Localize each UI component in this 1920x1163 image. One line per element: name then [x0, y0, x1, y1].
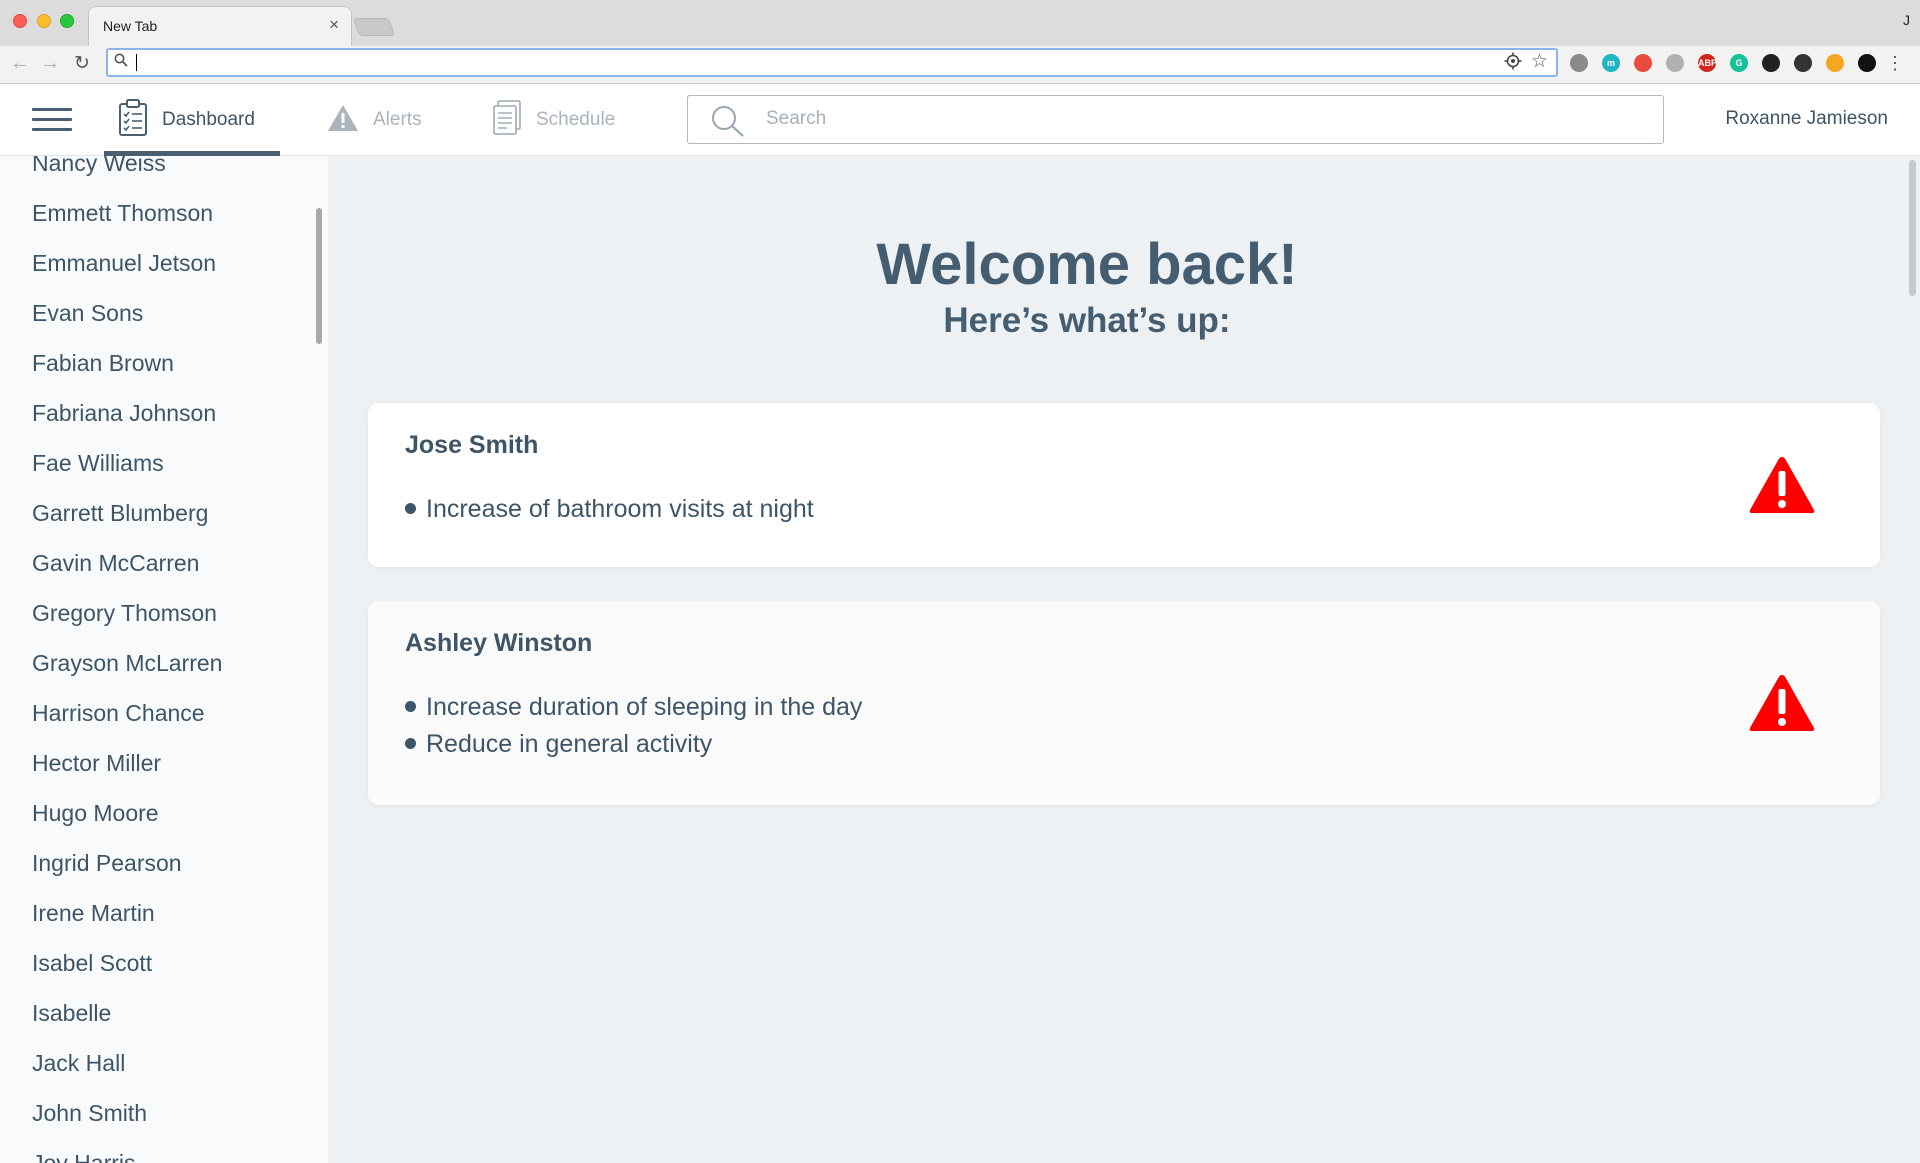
browser-menu-icon[interactable]: ⋮	[1886, 53, 1904, 74]
ext-grey-icon[interactable]	[1570, 54, 1588, 72]
tab-alerts-label: Alerts	[373, 109, 422, 130]
ext-bird-icon[interactable]	[1762, 54, 1780, 72]
alert-item: Increase duration of sleeping in the day	[405, 689, 862, 726]
ext-abp-icon[interactable]: ABP	[1698, 54, 1717, 72]
sidebar-item-patient[interactable]: Gregory Thomson	[0, 588, 316, 638]
hamburger-menu-icon[interactable]	[32, 108, 72, 132]
browser-tabstrip: New Tab × J	[0, 0, 1920, 46]
sidebar-item-patient[interactable]: Hector Miller	[0, 738, 316, 788]
sidebar-item-patient[interactable]: Hugo Moore	[0, 788, 316, 838]
sidebar-item-patient[interactable]: Ingrid Pearson	[0, 838, 316, 888]
main-scrollbar[interactable]	[1909, 160, 1916, 296]
alert-card[interactable]: Ashley Winston Increase duration of slee…	[368, 601, 1880, 805]
sidebar-item-patient[interactable]: Joy Harris	[0, 1138, 316, 1163]
search-icon	[114, 53, 128, 71]
search-bar[interactable]	[687, 95, 1664, 144]
profile-button[interactable]: J	[1903, 12, 1910, 28]
browser-toolbar: ← → ↻ ☆ m ABP G ⋮	[0, 46, 1920, 84]
back-arrow-icon[interactable]: ←	[10, 52, 30, 75]
ext-teal-icon[interactable]: m	[1602, 54, 1620, 72]
browser-tab-title: New Tab	[103, 18, 158, 34]
bullet-icon	[405, 737, 416, 749]
sidebar-item-patient[interactable]: Isabel Scott	[0, 938, 316, 988]
patient-list: Nancy Weiss Emmett Thomson Emmanuel Jetson…	[0, 156, 316, 1163]
forward-arrow-icon[interactable]: →	[40, 52, 60, 75]
alert-items: Increase of bathroom visits at night	[405, 491, 814, 528]
sidebar-item-patient[interactable]: Emmanuel Jetson	[0, 238, 316, 288]
sidebar-item-patient[interactable]: Irene Martin	[0, 888, 316, 938]
sidebar-item-patient[interactable]: John Smith	[0, 1088, 316, 1138]
sidebar-item-patient[interactable]: Evan Sons	[0, 288, 316, 338]
tab-alerts[interactable]: Alerts	[327, 84, 422, 156]
tab-schedule-label: Schedule	[536, 109, 616, 130]
sidebar-item-patient[interactable]: Isabelle	[0, 988, 316, 1038]
sidebar-item-patient[interactable]: Jack Hall	[0, 1038, 316, 1088]
sidebar-item-patient[interactable]: Fabian Brown	[0, 338, 316, 388]
bullet-icon	[405, 502, 416, 514]
sidebar-item-patient[interactable]: Harrison Chance	[0, 688, 316, 738]
ext-ring-icon[interactable]	[1858, 54, 1876, 72]
reload-icon[interactable]: ↻	[74, 52, 90, 75]
app-header: Dashboard Alerts Schedule Roxanne Jamies…	[0, 84, 1920, 156]
alert-patient-name: Jose Smith	[405, 431, 539, 459]
alert-item: Increase of bathroom visits at night	[405, 491, 814, 528]
warning-icon[interactable]	[1748, 673, 1816, 733]
alert-items: Increase duration of sleeping in the day…	[405, 689, 862, 763]
tab-dashboard-label: Dashboard	[162, 109, 255, 130]
window-minimize-button[interactable]	[37, 14, 51, 28]
window-close-button[interactable]	[13, 14, 27, 28]
bullet-icon	[405, 700, 416, 712]
sidebar-item-patient[interactable]: Gavin McCarren	[0, 538, 316, 588]
ext-grammarly-icon[interactable]: G	[1730, 54, 1748, 72]
ext-grey-2-icon[interactable]	[1666, 54, 1684, 72]
dashboard-main: Welcome back! Here’s what’s up: Jose Smi…	[328, 156, 1920, 1163]
close-tab-icon[interactable]: ×	[329, 15, 339, 35]
ext-rainbow-icon[interactable]	[1826, 54, 1844, 72]
ext-colorwheel-icon[interactable]	[1634, 54, 1652, 72]
document-icon	[492, 99, 522, 141]
ext-dark-icon[interactable]	[1794, 54, 1812, 72]
sidebar-item-patient[interactable]: Emmett Thomson	[0, 188, 316, 238]
user-name[interactable]: Roxanne Jamieson	[1725, 108, 1888, 130]
search-input[interactable]	[766, 108, 1626, 130]
new-tab-button[interactable]	[353, 18, 395, 36]
sidebar-item-patient[interactable]: Grayson McLarren	[0, 638, 316, 688]
sidebar-item-patient[interactable]: Fabriana Johnson	[0, 388, 316, 438]
sidebar-item-patient[interactable]: Garrett Blumberg	[0, 488, 316, 538]
bookmark-star-icon[interactable]: ☆	[1531, 50, 1548, 73]
alert-card[interactable]: Jose Smith Increase of bathroom visits a…	[368, 403, 1880, 567]
sidebar-item-patient[interactable]: Nancy Weiss	[0, 156, 316, 188]
search-icon	[710, 104, 746, 143]
address-bar[interactable]: ☆	[106, 48, 1558, 77]
alert-item-text: Increase of bathroom visits at night	[426, 495, 814, 523]
alert-item-text: Increase duration of sleeping in the day	[426, 693, 863, 721]
tab-schedule[interactable]: Schedule	[492, 84, 615, 156]
text-cursor	[136, 54, 137, 71]
window-zoom-button[interactable]	[60, 14, 74, 28]
alert-item-text: Reduce in general activity	[426, 730, 713, 758]
patient-sidebar[interactable]: Nancy Weiss Emmett Thomson Emmanuel Jetson…	[0, 156, 328, 1163]
clipboard-icon	[118, 98, 148, 142]
tab-dashboard[interactable]: Dashboard	[104, 84, 280, 156]
location-target-icon[interactable]	[1504, 52, 1522, 75]
alert-patient-name: Ashley Winston	[405, 629, 593, 657]
browser-tab[interactable]: New Tab ×	[88, 6, 352, 46]
welcome-heading: Welcome back!	[876, 232, 1298, 297]
warning-icon[interactable]	[1748, 455, 1816, 515]
sidebar-scrollbar[interactable]	[316, 208, 322, 344]
alert-item: Reduce in general activity	[405, 726, 862, 763]
welcome-subtitle: Here’s what’s up:	[943, 301, 1231, 340]
warning-icon	[327, 104, 359, 137]
sidebar-item-patient[interactable]: Fae Williams	[0, 438, 316, 488]
